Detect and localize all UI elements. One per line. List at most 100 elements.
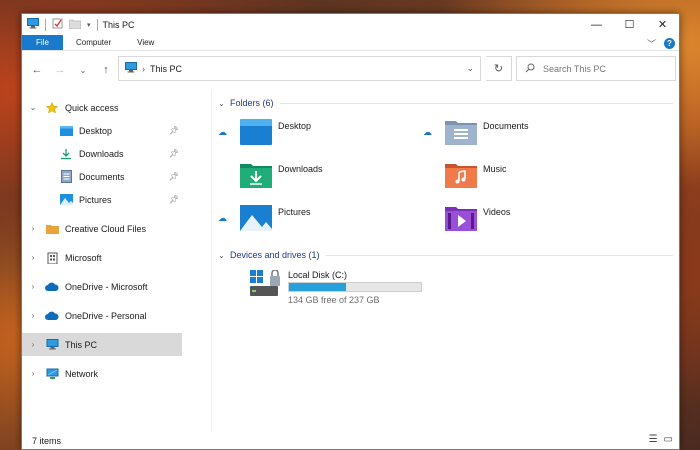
folder-downloads[interactable]: Downloads xyxy=(218,159,323,191)
navigation-pane: ⌄ Quick access Desktop 📌︎ Downloads 📌︎ D… xyxy=(22,90,212,432)
pictures-folder-icon xyxy=(240,205,272,231)
status-bar: 7 items ☰ ▭ xyxy=(22,432,679,449)
large-icons-view-icon[interactable]: ▭ xyxy=(664,434,673,445)
desktop-folder-icon xyxy=(240,119,272,145)
downloads-icon xyxy=(59,147,73,161)
maximize-button[interactable]: ☐ xyxy=(613,14,646,35)
sidebar-item-label: Downloads xyxy=(79,148,124,159)
sidebar-item-network[interactable]: › Network xyxy=(22,362,211,385)
sidebar-item-onedrive-microsoft[interactable]: › OneDrive - Microsoft xyxy=(22,275,211,298)
expand-ribbon-chevron-icon[interactable]: ﹀ xyxy=(647,37,656,50)
this-pc-icon xyxy=(45,338,59,352)
drive-local-disk-c[interactable]: Local Disk (C:) 134 GB free of 237 GB xyxy=(250,270,422,305)
search-icon xyxy=(525,63,535,75)
new-folder-icon[interactable] xyxy=(68,19,82,31)
sidebar-item-microsoft[interactable]: › Microsoft xyxy=(22,246,211,269)
sidebar-item-downloads[interactable]: Downloads 📌︎ xyxy=(22,142,211,165)
cloud-sync-status-icon: ☁ xyxy=(218,212,227,223)
sidebar-item-label: Microsoft xyxy=(65,252,102,263)
drive-info: Local Disk (C:) 134 GB free of 237 GB xyxy=(288,270,422,305)
collapsed-chevron-icon[interactable]: › xyxy=(27,253,39,262)
breadcrumb-separator-icon[interactable]: › xyxy=(142,64,145,74)
details-view-icon[interactable]: ☰ xyxy=(649,434,658,445)
collapsed-chevron-icon[interactable]: › xyxy=(27,369,39,378)
window-controls: — ☐ ✕ xyxy=(580,14,679,35)
star-icon xyxy=(45,101,59,115)
folder-desktop[interactable]: ☁ Desktop xyxy=(218,116,311,148)
folder-documents[interactable]: ☁ Documents xyxy=(423,116,529,148)
search-box[interactable]: Search This PC xyxy=(516,56,676,81)
folder-label: Desktop xyxy=(278,121,312,131)
help-button[interactable]: ? xyxy=(664,38,675,49)
onedrive-cloud-icon xyxy=(45,309,59,323)
group-expanded-chevron-icon[interactable]: ⌄ xyxy=(218,99,228,108)
sidebar-item-onedrive-personal[interactable]: › OneDrive - Personal xyxy=(22,304,211,327)
building-icon xyxy=(45,251,59,265)
folder-label: Pictures xyxy=(278,207,311,217)
folder-music[interactable]: Music xyxy=(423,159,507,191)
collapsed-chevron-icon[interactable]: › xyxy=(27,224,39,233)
drives-list: Local Disk (C:) 134 GB free of 237 GB xyxy=(218,264,679,324)
toolbar-divider xyxy=(96,18,98,31)
address-bar[interactable]: › This PC ⌄ xyxy=(118,56,481,81)
collapsed-chevron-icon[interactable]: › xyxy=(27,311,39,320)
sidebar-item-label: Pictures xyxy=(79,194,112,205)
devices-group-header[interactable]: ⌄ Devices and drives (1) xyxy=(218,246,679,264)
tab-computer[interactable]: Computer xyxy=(63,35,124,50)
forward-button[interactable]: → xyxy=(50,60,70,80)
sidebar-item-documents[interactable]: Documents 📌︎ xyxy=(22,165,211,188)
customize-toolbar-icon[interactable]: ▾ xyxy=(87,21,91,29)
refresh-button[interactable]: ↻ xyxy=(486,56,512,81)
tab-view[interactable]: View xyxy=(124,35,167,50)
window-title: This PC xyxy=(102,19,135,30)
file-explorer-window: ▾ This PC — ☐ ✕ File Computer View ﹀ ? ←… xyxy=(21,13,680,450)
address-dropdown-chevron-icon[interactable]: ⌄ xyxy=(466,63,474,74)
folder-pictures[interactable]: ☁ Pictures xyxy=(218,202,311,234)
expanded-chevron-icon[interactable]: ⌄ xyxy=(27,103,39,112)
pin-icon[interactable]: 📌︎ xyxy=(169,149,179,158)
cloud-sync-status-icon: ☁ xyxy=(218,126,227,137)
network-icon xyxy=(45,367,59,381)
folder-videos[interactable]: Videos xyxy=(423,202,510,234)
minimize-button[interactable]: — xyxy=(580,14,613,35)
cloud-sync-status-icon: ☁ xyxy=(423,126,432,137)
folders-group-header[interactable]: ⌄ Folders (6) xyxy=(218,94,679,112)
search-placeholder[interactable]: Search This PC xyxy=(543,64,606,74)
pin-icon[interactable]: 📌︎ xyxy=(169,172,179,181)
up-button[interactable]: ↑ xyxy=(96,60,116,80)
title-bar: ▾ This PC — ☐ ✕ xyxy=(22,14,679,35)
sidebar-item-pictures[interactable]: Pictures 📌︎ xyxy=(22,188,211,211)
sidebar-item-this-pc[interactable]: › This PC xyxy=(22,333,182,356)
navigation-bar: ← → ⌄ ↑ › This PC ⌄ ↻ Search This PC xyxy=(22,51,679,89)
sidebar-item-label: OneDrive - Microsoft xyxy=(65,281,148,292)
sidebar-item-desktop[interactable]: Desktop 📌︎ xyxy=(22,119,211,142)
sidebar-item-quick-access[interactable]: ⌄ Quick access xyxy=(22,96,211,119)
view-switcher: ☰ ▭ xyxy=(649,434,673,445)
sidebar-item-label: Documents xyxy=(79,171,125,182)
videos-folder-icon xyxy=(445,207,477,231)
address-location[interactable]: This PC xyxy=(150,64,182,74)
sidebar-item-label: This PC xyxy=(65,339,98,350)
drive-usage-fill xyxy=(289,283,346,291)
pictures-icon xyxy=(59,193,73,207)
collapsed-chevron-icon[interactable]: › xyxy=(27,282,39,291)
tab-file[interactable]: File xyxy=(22,35,63,50)
close-button[interactable]: ✕ xyxy=(646,14,679,35)
properties-icon[interactable] xyxy=(52,18,63,31)
recent-locations-chevron-icon[interactable]: ⌄ xyxy=(73,60,93,80)
folder-label: Music xyxy=(483,164,507,174)
devices-group-title: Devices and drives (1) xyxy=(230,250,320,260)
group-expanded-chevron-icon[interactable]: ⌄ xyxy=(218,251,228,260)
pin-icon[interactable]: 📌︎ xyxy=(169,195,179,204)
folder-label: Videos xyxy=(483,207,511,217)
sidebar-item-creative-cloud[interactable]: › Creative Cloud Files xyxy=(22,217,211,240)
group-divider xyxy=(279,102,673,104)
ribbon-right-controls: ﹀ ? xyxy=(647,37,675,50)
collapsed-chevron-icon[interactable]: › xyxy=(27,340,39,349)
content-area: ⌄ Quick access Desktop 📌︎ Downloads 📌︎ D… xyxy=(22,90,679,432)
back-button[interactable]: ← xyxy=(27,60,47,80)
desktop-folder-icon xyxy=(59,124,73,138)
pin-icon[interactable]: 📌︎ xyxy=(169,126,179,135)
ribbon-tabs: File Computer View ﹀ ? xyxy=(22,35,679,51)
this-pc-icon xyxy=(27,18,39,31)
